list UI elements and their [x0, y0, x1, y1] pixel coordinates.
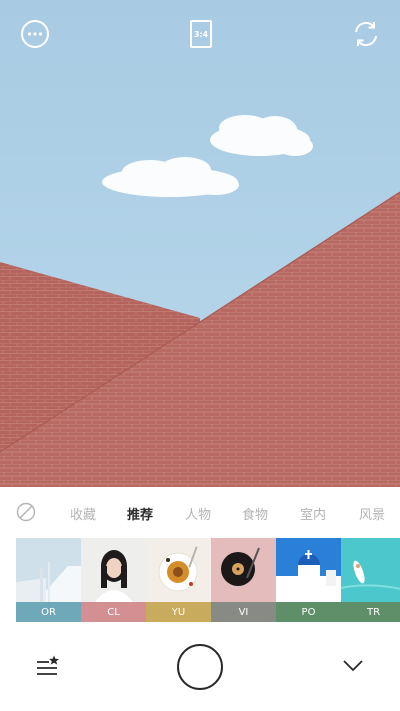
filter-item-cl[interactable]: CL	[81, 538, 146, 622]
filter-label: VI	[211, 602, 276, 622]
filter-category-bar: 收藏 推荐 人物 食物 室内 风景	[0, 487, 400, 537]
collapse-button[interactable]	[342, 658, 364, 672]
bottom-toolbar	[0, 622, 400, 711]
no-filter-icon	[16, 502, 36, 522]
chevron-down-icon	[343, 660, 363, 672]
filter-thumbnail	[276, 538, 341, 602]
filter-label: PO	[276, 602, 341, 622]
filter-label: OR	[16, 602, 81, 622]
filter-item-tr[interactable]: TR	[341, 538, 400, 622]
shutter-button[interactable]	[177, 644, 223, 690]
category-favorites[interactable]: 收藏	[70, 504, 96, 523]
no-filter-button[interactable]	[16, 502, 36, 522]
category-people[interactable]: 人物	[185, 504, 211, 523]
filter-item-or[interactable]: OR	[16, 538, 81, 622]
filter-label: YU	[146, 602, 211, 622]
filter-thumbnail	[81, 538, 146, 602]
camera-viewfinder[interactable]: 3:4	[0, 0, 400, 487]
category-indoor[interactable]: 室内	[300, 504, 326, 523]
viewfinder-scene	[0, 115, 400, 487]
category-scenery[interactable]: 风景	[359, 504, 385, 523]
category-food[interactable]: 食物	[242, 504, 268, 523]
filter-item-po[interactable]: PO	[276, 538, 341, 622]
filter-item-vi[interactable]: VI	[211, 538, 276, 622]
filter-item-yu[interactable]: YU	[146, 538, 211, 622]
filter-list-button[interactable]	[35, 655, 61, 677]
filter-label: CL	[81, 602, 146, 622]
cloud	[102, 157, 239, 197]
camera-flip-icon	[355, 21, 377, 47]
filter-thumbnail	[211, 538, 276, 602]
aspect-ratio-button[interactable]: 3:4	[189, 18, 213, 50]
filter-thumbnail	[16, 538, 81, 602]
more-horizontal-icon	[21, 20, 49, 48]
cloud	[210, 115, 313, 156]
filter-strip[interactable]: OR CL YU VI PO TR	[16, 538, 400, 622]
category-recommended[interactable]: 推荐	[127, 504, 153, 523]
filter-list-star-icon	[37, 655, 59, 675]
more-button[interactable]	[19, 18, 51, 50]
flip-camera-button[interactable]	[350, 18, 382, 50]
filter-thumbnail	[341, 538, 400, 602]
filter-thumbnail	[146, 538, 211, 602]
aspect-ratio-label: 3:4	[190, 20, 212, 48]
filter-label: TR	[341, 602, 400, 622]
